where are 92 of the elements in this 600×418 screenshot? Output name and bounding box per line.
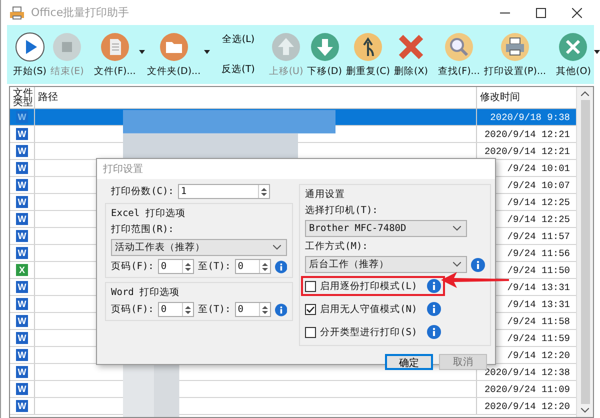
document-icon: W [16,213,28,225]
dialog-title: 打印设置 [103,162,143,176]
field-label: 至(T): [198,260,231,273]
document-icon: W [16,128,28,140]
spinner-arrows-icon[interactable] [260,304,269,314]
field-label: 页码(F): [111,260,154,273]
document-icon: W [16,298,28,310]
scrollbar-thumb[interactable] [580,100,590,404]
info-icon[interactable] [427,325,441,339]
spinner-arrows-icon[interactable] [184,262,192,272]
field-label: 工作方式(M): [305,240,369,253]
page-from-field[interactable]: 0 [158,259,194,274]
field-label: 打印份数(C): [111,185,174,198]
document-icon: W [16,230,28,242]
search-icon [444,32,474,62]
page-to-field[interactable]: 0 [234,302,271,317]
chevron-down-icon[interactable] [453,262,461,267]
info-icon[interactable] [427,302,441,316]
info-icon[interactable] [427,279,441,293]
window-title: Office批量打印助手 [31,5,130,20]
document-icon: W [16,162,28,174]
info-icon[interactable] [471,258,485,272]
copies-field[interactable]: 1 [178,184,270,199]
ok-button[interactable]: 确定 [385,354,433,370]
checkbox-label[interactable]: 分开类型进行打印(S) [320,326,423,338]
toolbar-button[interactable]: 文件(F)... [92,28,138,80]
document-icon: W [16,247,28,259]
file-icon [100,32,130,62]
document-icon: W [16,196,28,208]
printer-dropdown[interactable]: Brother MFC-7480D [305,220,467,237]
caret-icon[interactable] [594,50,600,54]
toolbar-button[interactable]: 开始(S) [11,28,48,80]
up-icon [271,32,302,62]
caret-icon[interactable] [204,50,210,54]
range-dropdown[interactable]: 活动工作表（推荐） [111,239,287,256]
checkbox-label[interactable]: 启用无人守值模式(N) [320,302,423,316]
page-to-field[interactable]: 0 [234,259,271,274]
field-label: 打印范围(R): [111,223,175,236]
scroll-up-icon[interactable] [581,91,589,96]
checkbox[interactable] [305,280,316,292]
document-icon: W [16,383,28,395]
toolbar-button[interactable]: 查找(F)... [436,28,482,80]
folder-icon [158,32,189,62]
group-title: 通用设置 [305,188,346,201]
spinner-arrows-icon[interactable] [260,262,269,272]
spinner-arrows-icon[interactable] [184,304,192,314]
chevron-down-icon[interactable] [453,226,461,231]
mode-dropdown[interactable]: 后台工作（推荐） [305,256,467,273]
checkbox[interactable] [305,304,316,314]
down-icon [310,32,340,62]
close-icon[interactable] [572,8,582,18]
toolbar-button[interactable]: 打印设置(P)... [482,28,548,80]
merge-icon [352,32,383,62]
document-icon: W [16,145,28,157]
document-icon: W [16,315,28,327]
document-icon: W [16,281,28,293]
document-icon: W [16,349,28,361]
toolbar-button[interactable]: 全选(L) [220,31,257,48]
checkbox-label[interactable]: 启用逐份打印模式(L) [320,280,423,292]
column-header[interactable]: 路径 [35,87,476,108]
group-title: Word 打印选项 [111,286,181,299]
page-from-field[interactable]: 0 [158,302,194,317]
toolbar-button[interactable]: 反选(T) [220,60,257,78]
table-cell[interactable]: 2020/9/18 9:38 [476,109,576,125]
field-label: 选择打印机(T): [305,204,379,217]
document-icon: W [16,179,28,191]
play-icon [14,32,45,62]
document-icon: W [16,111,28,123]
printer-icon [9,4,25,20]
document-icon: W [16,366,28,378]
toolbar-button[interactable]: 文件夹(D)... [144,28,203,80]
caret-icon[interactable] [138,50,145,54]
info-icon[interactable] [274,302,287,316]
field-label: 页码(F): [111,303,154,316]
document-icon: W [16,332,28,344]
scroll-down-icon[interactable] [581,408,589,413]
toolbar-button[interactable]: 删除(X) [392,28,430,80]
group-title: Excel 打印选项 [111,207,186,220]
printer-icon [500,32,530,62]
chevron-down-icon[interactable] [273,245,281,250]
info-icon[interactable] [274,260,287,274]
checkbox[interactable] [305,326,316,338]
toolbar-button[interactable]: 下移(D) [305,28,344,80]
stop-icon [52,32,82,62]
toolbar-button[interactable]: 删重复(C) [344,28,392,80]
spreadsheet-icon: X [16,264,28,276]
field-label: 至(T): [198,303,231,316]
spinner-arrows-icon[interactable] [260,186,268,196]
maximize-icon[interactable] [536,8,546,18]
document-icon: W [16,400,28,412]
toolbar-button[interactable]: 其他(O) [554,28,593,80]
column-header[interactable]: 文件类型 [10,87,35,108]
